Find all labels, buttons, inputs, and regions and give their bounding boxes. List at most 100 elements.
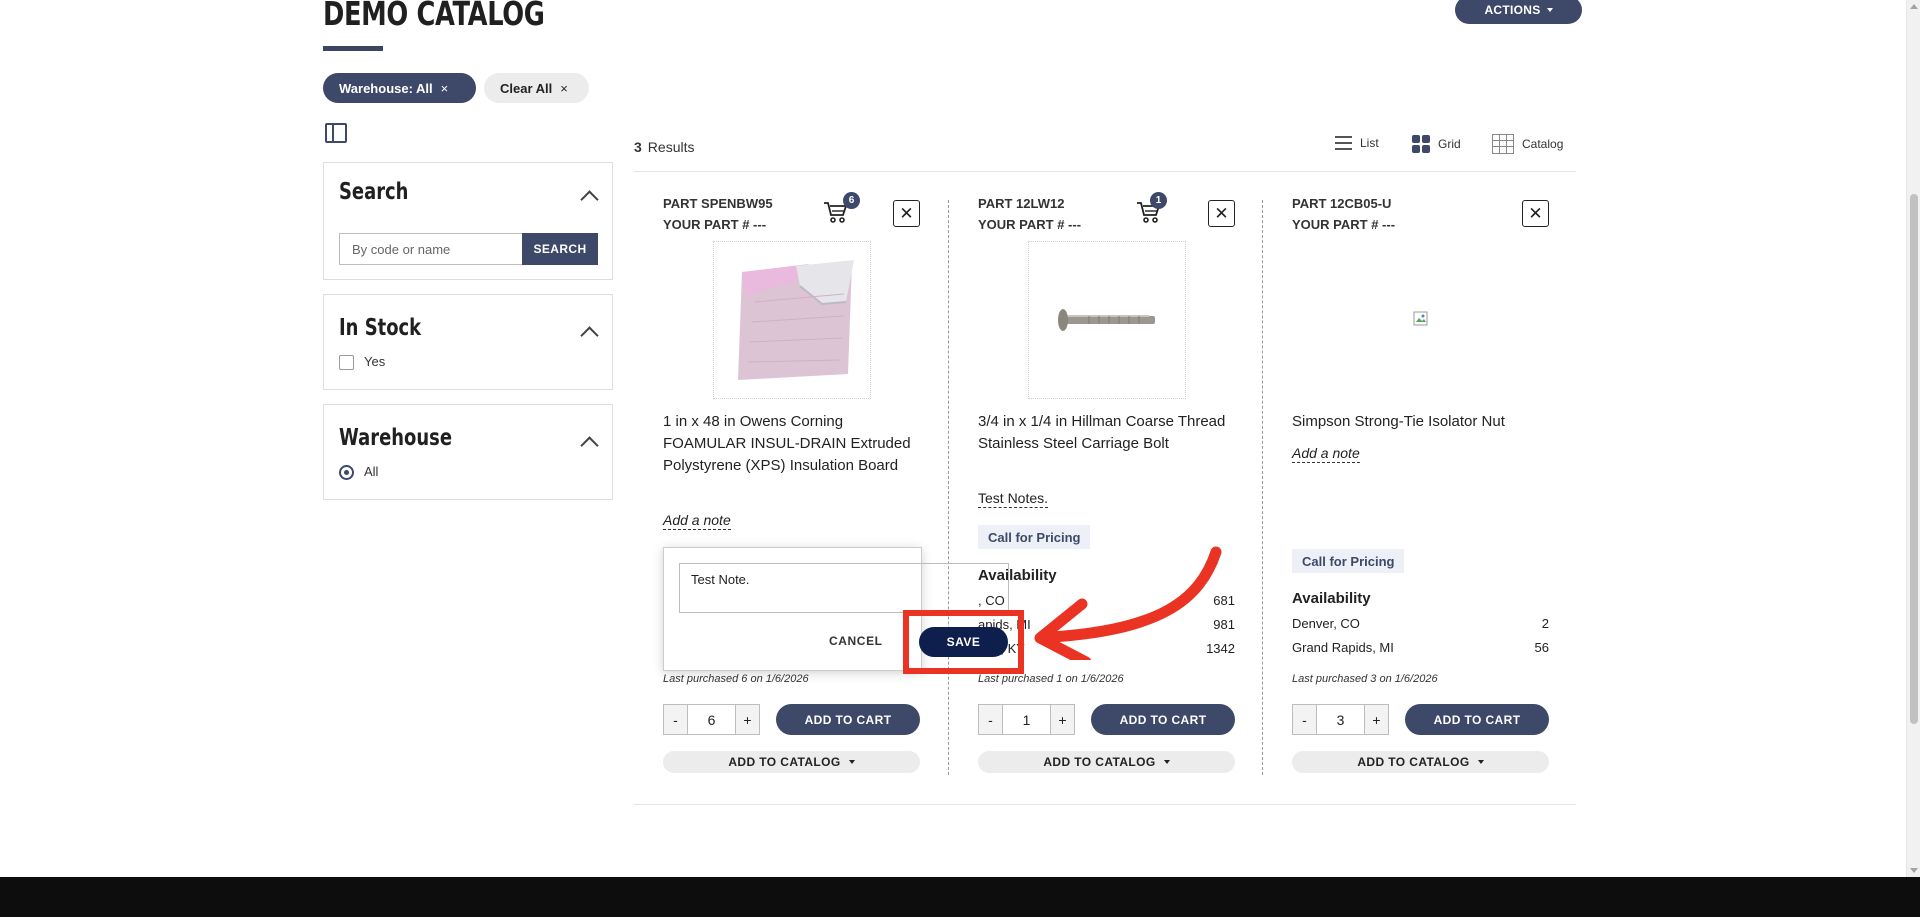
grid-icon (1412, 135, 1430, 153)
actions-button[interactable]: ACTIONS (1455, 0, 1582, 24)
column-divider (1262, 200, 1263, 775)
view-list-label: List (1360, 136, 1379, 150)
part-number: PART 12CB05-U (1292, 196, 1392, 211)
availability-location: Denver, CO (1292, 616, 1360, 631)
your-part-number: YOUR PART # --- (978, 217, 1082, 232)
quantity-stepper[interactable]: -6 + (663, 704, 760, 735)
search-input[interactable]: By code or name (339, 233, 522, 265)
qty-minus-button[interactable]: - (1293, 705, 1317, 734)
product-image[interactable] (1028, 241, 1186, 399)
add-to-cart-button[interactable]: ADD TO CART (1091, 704, 1235, 735)
product-note[interactable]: Test Notes. (978, 490, 1049, 508)
table-icon (1492, 134, 1514, 154)
actions-label: ACTIONS (1484, 3, 1541, 17)
save-button[interactable]: SAVE (919, 627, 1008, 657)
scrollbar-thumb[interactable] (1910, 194, 1918, 724)
results-label: Results (647, 139, 695, 155)
product-name[interactable]: Simpson Strong-Tie Isolator Nut (1292, 411, 1542, 433)
product-image[interactable] (713, 241, 871, 399)
view-catalog-option[interactable]: Catalog (1492, 134, 1563, 154)
part-number-block: PART 12CB05-U YOUR PART # --- (1292, 193, 1395, 235)
list-icon (1335, 136, 1352, 150)
search-button[interactable]: SEARCH (522, 233, 598, 265)
add-to-catalog-label: ADD TO CATALOG (728, 755, 841, 769)
chevron-up-icon[interactable] (580, 436, 599, 455)
warehouse-option-label: All (364, 464, 379, 479)
availability-row: Grand Rapids, MI 56 (1292, 640, 1549, 655)
cancel-button[interactable]: CANCEL (829, 634, 883, 648)
divider (634, 804, 1576, 805)
product-name[interactable]: 1 in x 48 in Owens Corning FOAMULAR INSU… (663, 411, 913, 477)
qty-value[interactable]: 6 (688, 705, 735, 734)
chevron-up-icon[interactable] (580, 326, 599, 345)
warehouse-all-radio[interactable] (339, 465, 354, 480)
in-stock-panel-title: In Stock (339, 315, 422, 341)
qty-minus-button[interactable]: - (979, 705, 1003, 734)
add-to-cart-button[interactable]: ADD TO CART (1405, 704, 1549, 735)
qty-plus-button[interactable]: + (1050, 705, 1074, 734)
availability-location: Grand Rapids, MI (1292, 640, 1394, 655)
close-icon[interactable]: × (441, 81, 449, 96)
scroll-down-icon[interactable] (1910, 868, 1918, 873)
view-grid-label: Grid (1438, 137, 1461, 151)
column-divider (948, 200, 949, 775)
warehouse-panel: Warehouse All (323, 404, 613, 500)
cart-count-badge: 1 (1150, 192, 1167, 209)
add-to-catalog-button[interactable]: ADD TO CATALOG (663, 751, 920, 773)
in-stock-checkbox[interactable] (339, 355, 354, 370)
note-textarea[interactable]: Test Note. (679, 563, 1009, 613)
add-to-catalog-button[interactable]: ADD TO CATALOG (1292, 751, 1549, 773)
note-popover: Test Note. CANCEL (663, 547, 1009, 671)
availability-qty: 2 (1541, 616, 1549, 631)
remove-product-button[interactable]: ✕ (893, 200, 920, 227)
part-number: PART SPENBW95 (663, 196, 773, 211)
broken-image-icon[interactable] (1413, 311, 1429, 327)
call-for-pricing-badge: Call for Pricing (1292, 549, 1405, 573)
qty-value[interactable]: 1 (1003, 705, 1050, 734)
warehouse-panel-title: Warehouse (339, 425, 452, 451)
chip-label: Clear All (500, 80, 553, 96)
qty-minus-button[interactable]: - (664, 705, 688, 734)
close-icon[interactable]: × (560, 81, 568, 96)
part-number-block: PART SPENBW95 YOUR PART # --- (663, 193, 773, 235)
chip-label: Warehouse: All (339, 80, 433, 96)
availability-row: Denver, CO 2 (1292, 616, 1549, 631)
product-name[interactable]: 3/4 in x 1/4 in Hillman Coarse Thread St… (978, 411, 1228, 455)
divider (634, 171, 1576, 172)
caret-down-icon (1477, 760, 1484, 764)
title-underline (323, 46, 383, 51)
search-panel: Search By code or name SEARCH (323, 162, 613, 280)
qty-plus-button[interactable]: + (1364, 705, 1388, 734)
your-part-number: YOUR PART # --- (663, 217, 767, 232)
page: DEMO CATALOG ACTIONS Warehouse: All × Cle… (0, 0, 1920, 917)
results-count: 3 Results (634, 139, 694, 155)
add-note-link[interactable]: Add a note (663, 512, 731, 530)
annotation-arrow-icon (1034, 546, 1222, 660)
scroll-up-icon[interactable] (1910, 4, 1918, 9)
qty-value[interactable]: 3 (1317, 705, 1364, 734)
sidebar-toggle-icon[interactable] (325, 123, 347, 143)
clear-all-chip[interactable]: Clear All × (484, 73, 589, 103)
part-number-block: PART 12LW12 YOUR PART # --- (978, 193, 1081, 235)
view-catalog-label: Catalog (1522, 137, 1564, 151)
part-number: PART 12LW12 (978, 196, 1065, 211)
qty-plus-button[interactable]: + (735, 705, 759, 734)
add-note-link[interactable]: Add a note (1292, 445, 1360, 463)
last-purchased: Last purchased 3 on 1/6/2026 (1292, 673, 1438, 685)
add-to-cart-button[interactable]: ADD TO CART (776, 704, 920, 735)
view-grid-option[interactable]: Grid (1412, 135, 1461, 153)
quantity-stepper[interactable]: -1 + (978, 704, 1075, 735)
remove-product-button[interactable]: ✕ (1208, 200, 1235, 227)
remove-product-button[interactable]: ✕ (1522, 200, 1549, 227)
quantity-stepper[interactable]: -3 + (1292, 704, 1389, 735)
view-list-option[interactable]: List (1335, 136, 1379, 150)
chevron-up-icon[interactable] (580, 190, 599, 209)
filter-chip-warehouse[interactable]: Warehouse: All × (323, 73, 476, 103)
vertical-scrollbar[interactable] (1906, 0, 1920, 877)
add-to-catalog-button[interactable]: ADD TO CATALOG (978, 751, 1235, 773)
last-purchased: Last purchased 6 on 1/6/2026 (663, 673, 809, 685)
in-stock-option-label: Yes (364, 354, 386, 369)
caret-down-icon (1163, 760, 1170, 764)
last-purchased: Last purchased 1 on 1/6/2026 (978, 673, 1124, 685)
in-stock-panel: In Stock Yes (323, 294, 613, 390)
